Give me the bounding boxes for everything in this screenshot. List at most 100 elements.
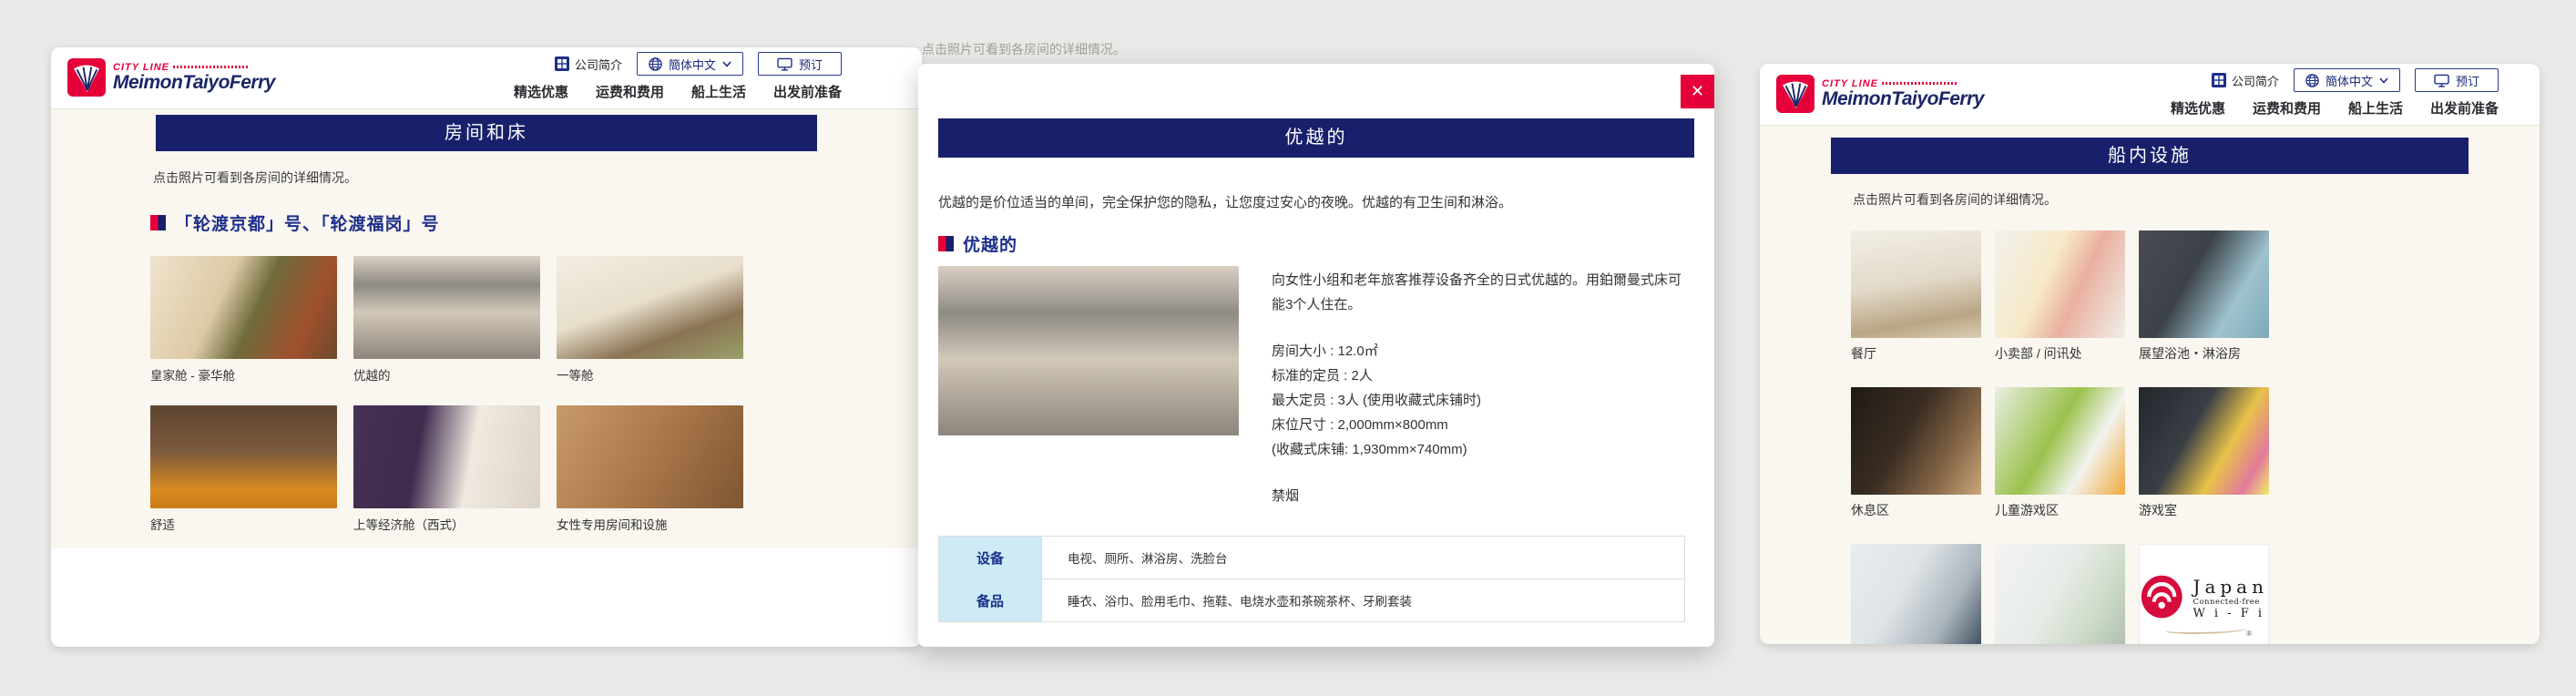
wifi-registered-mark: ® xyxy=(2246,629,2252,638)
language-select[interactable]: 簡体中文 xyxy=(2294,68,2400,92)
intro-text: 点击照片可看到各房间的详细情况。 xyxy=(153,169,357,187)
room-thumbnail-first-class[interactable]: 一等舱 xyxy=(557,256,743,384)
brand-squiggle xyxy=(173,66,250,68)
facility-thumbnail-game-room[interactable]: 游戏室 xyxy=(2139,387,2269,519)
room-photo-ladies xyxy=(557,405,743,508)
spec-max-capacity: 最大定员 : 3人 (使用收藏式床铺时) xyxy=(1272,388,1689,413)
room-thumbnail-royal[interactable]: 皇家舱 - 豪华舱 xyxy=(150,256,337,384)
booking-button[interactable]: 预订 xyxy=(2415,68,2499,92)
room-thumbnail-tourist-western[interactable]: 上等经济舱（西式） xyxy=(353,405,540,533)
page-title-facilities: 船内设施 xyxy=(1831,138,2469,174)
table-value-supplies: 睡衣、浴巾、脸用毛巾、拖鞋、电烧水壶和茶碗茶杯、牙刷套装 xyxy=(1042,579,1685,622)
brand-name-text: MeimonTaiyoFerry xyxy=(113,73,275,93)
table-label-supplies: 备品 xyxy=(939,579,1042,622)
facility-thumbnail-vending[interactable] xyxy=(1851,544,1981,644)
facility-thumbnail-shop[interactable]: 小卖部 / 问讯处 xyxy=(1995,230,2125,363)
main-nav: 精选优惠 运费和费用 船上生活 出发前准备 xyxy=(514,82,842,101)
spec-room-size: 房间大小 : 12.0㎡ xyxy=(1272,339,1689,363)
room-specs: 房间大小 : 12.0㎡ 标准的定员 : 2人 最大定员 : 3人 (使用收藏式… xyxy=(1272,339,1689,462)
room-photo-royal xyxy=(150,256,337,359)
room-caption: 皇家舱 - 豪华舱 xyxy=(150,365,337,384)
main-nav: 精选优惠 运费和费用 船上生活 出发前准备 xyxy=(2171,98,2499,118)
booking-button[interactable]: 预订 xyxy=(758,52,842,76)
facility-thumbnail-kids-room[interactable]: 儿童游戏区 xyxy=(1995,387,2125,519)
intro-text: 点击照片可看到各房间的详细情况。 xyxy=(1853,190,2057,209)
modal-description: 优越的是价位适当的单间，完全保护您的隐私，让您度过安心的夜晚。优越的有卫生间和淋… xyxy=(938,192,1694,211)
brand-squiggle xyxy=(1882,82,1958,85)
rooms-page-panel: CITY LINE MeimonTaiyoFerry 公司简介 xyxy=(51,47,922,647)
site-header: CITY LINE MeimonTaiyoFerry 公司简介 xyxy=(51,47,922,109)
room-photo-tourist-western xyxy=(353,405,540,508)
facility-thumbnail-lounge[interactable]: 休息区 xyxy=(1851,387,1981,519)
wifi-logo-icon xyxy=(2140,573,2183,622)
wifi-logo-line2: Connected-free xyxy=(2193,598,2268,607)
amenities-table: 设备 电视、厕所、淋浴房、洗脸台 备品 睡衣、浴巾、脸用毛巾、拖鞋、电烧水壶和茶… xyxy=(938,536,1685,622)
monitor-icon xyxy=(777,57,792,71)
monitor-icon xyxy=(2434,74,2449,87)
room-caption: 优越的 xyxy=(353,365,540,384)
brand-logo-icon xyxy=(1776,75,1814,113)
wifi-swoosh-decoration xyxy=(2165,625,2247,634)
company-profile-link[interactable]: 公司简介 xyxy=(2212,72,2279,89)
modal-section-heading: 优越的 xyxy=(938,231,1017,256)
nav-deals[interactable]: 精选优惠 xyxy=(2171,98,2225,118)
ship-section-heading: 「轮渡京都」号、「轮渡福岗」号 xyxy=(150,210,440,235)
facility-thumbnail-wifi[interactable]: Japan Connected-free W i - F i ® xyxy=(2139,544,2269,644)
modal-room-photo xyxy=(938,266,1239,435)
facility-thumbnail-bath[interactable]: 展望浴池・淋浴房 xyxy=(2139,230,2269,363)
japan-wifi-card: Japan Connected-free W i - F i ® xyxy=(2139,544,2269,644)
nav-before-departure[interactable]: 出发前准备 xyxy=(773,82,842,101)
facility-photo-lockers xyxy=(1995,544,2125,644)
table-value-equipment: 电视、厕所、淋浴房、洗脸台 xyxy=(1042,537,1685,579)
room-photo-comfort xyxy=(150,405,337,508)
room-thumbnail-comfort[interactable]: 舒适 xyxy=(150,405,337,533)
chevron-down-icon xyxy=(722,61,731,67)
room-thumbnail-ladies[interactable]: 女性专用房间和设施 xyxy=(557,405,743,533)
table-row: 备品 睡衣、浴巾、脸用毛巾、拖鞋、电烧水壶和茶碗茶杯、牙刷套装 xyxy=(939,579,1685,622)
room-caption: 舒适 xyxy=(150,515,337,533)
brand-logo[interactable]: CITY LINE MeimonTaiyoFerry xyxy=(67,58,275,97)
grid-icon xyxy=(2212,73,2226,87)
nav-onboard-life[interactable]: 船上生活 xyxy=(691,82,746,101)
room-caption: 女性专用房间和设施 xyxy=(557,515,743,533)
page-title-rooms: 房间和床 xyxy=(156,115,817,151)
wifi-logo-line1: Japan xyxy=(2193,576,2268,598)
facility-thumbnail-restaurant[interactable]: 餐厅 xyxy=(1851,230,1981,363)
globe-icon xyxy=(649,57,662,71)
brand-logo[interactable]: CITY LINE MeimonTaiyoFerry xyxy=(1776,75,1984,113)
spec-bed-size: 床位尺寸 : 2,000mm×800mm xyxy=(1272,413,1689,437)
facility-thumbnail-lockers[interactable] xyxy=(1995,544,2125,644)
facility-photo-shop xyxy=(1995,230,2125,338)
section-bullet-icon xyxy=(938,236,954,251)
facility-caption: 儿童游戏区 xyxy=(1995,501,2125,519)
facility-caption: 餐厅 xyxy=(1851,344,1981,363)
nav-before-departure[interactable]: 出发前准备 xyxy=(2430,98,2499,118)
globe-icon xyxy=(2305,74,2319,87)
modal-title: 优越的 xyxy=(938,118,1694,158)
language-select[interactable]: 簡体中文 xyxy=(637,52,743,76)
nav-onboard-life[interactable]: 船上生活 xyxy=(2348,98,2403,118)
facility-photo-bath xyxy=(2139,230,2269,338)
facility-grid: 餐厅 小卖部 / 问讯处 展望浴池・淋浴房 休息区 儿童游戏区 游戏室 xyxy=(1851,230,2269,644)
facility-caption: 休息区 xyxy=(1851,501,1981,519)
close-button[interactable]: ✕ xyxy=(1681,75,1714,108)
wifi-logo-line3: W i - F i xyxy=(2193,607,2268,620)
modal-detail-text: 向女性小组和老年旅客推荐设备齐全的日式优越的。用鉑爾曼式床可能3个人住在。 xyxy=(1272,268,1689,317)
room-photo-first-class xyxy=(557,256,743,359)
facility-caption: 展望浴池・淋浴房 xyxy=(2139,344,2269,363)
chevron-down-icon xyxy=(2379,77,2388,84)
room-caption: 一等舱 xyxy=(557,365,743,384)
section-bullet-icon xyxy=(150,215,166,230)
facility-photo-kids-room xyxy=(1995,387,2125,495)
company-profile-link[interactable]: 公司简介 xyxy=(555,56,622,73)
brand-name-text: MeimonTaiyoFerry xyxy=(1822,89,1984,109)
nav-fares[interactable]: 运费和费用 xyxy=(2253,98,2321,118)
spec-folding-bed-size: (收藏式床铺: 1,930mm×740mm) xyxy=(1272,437,1689,462)
nav-deals[interactable]: 精选优惠 xyxy=(514,82,568,101)
room-thumbnail-superior[interactable]: 优越的 xyxy=(353,256,540,384)
room-grid: 皇家舱 - 豪华舱 优越的 一等舱 舒适 上等经济舱（西式） 女性专用房间和设施 xyxy=(150,256,743,533)
facility-caption: 小卖部 / 问讯处 xyxy=(1995,344,2125,363)
facility-photo-restaurant xyxy=(1851,230,1981,338)
nav-fares[interactable]: 运费和费用 xyxy=(596,82,664,101)
spec-standard-capacity: 标准的定员 : 2人 xyxy=(1272,363,1689,388)
